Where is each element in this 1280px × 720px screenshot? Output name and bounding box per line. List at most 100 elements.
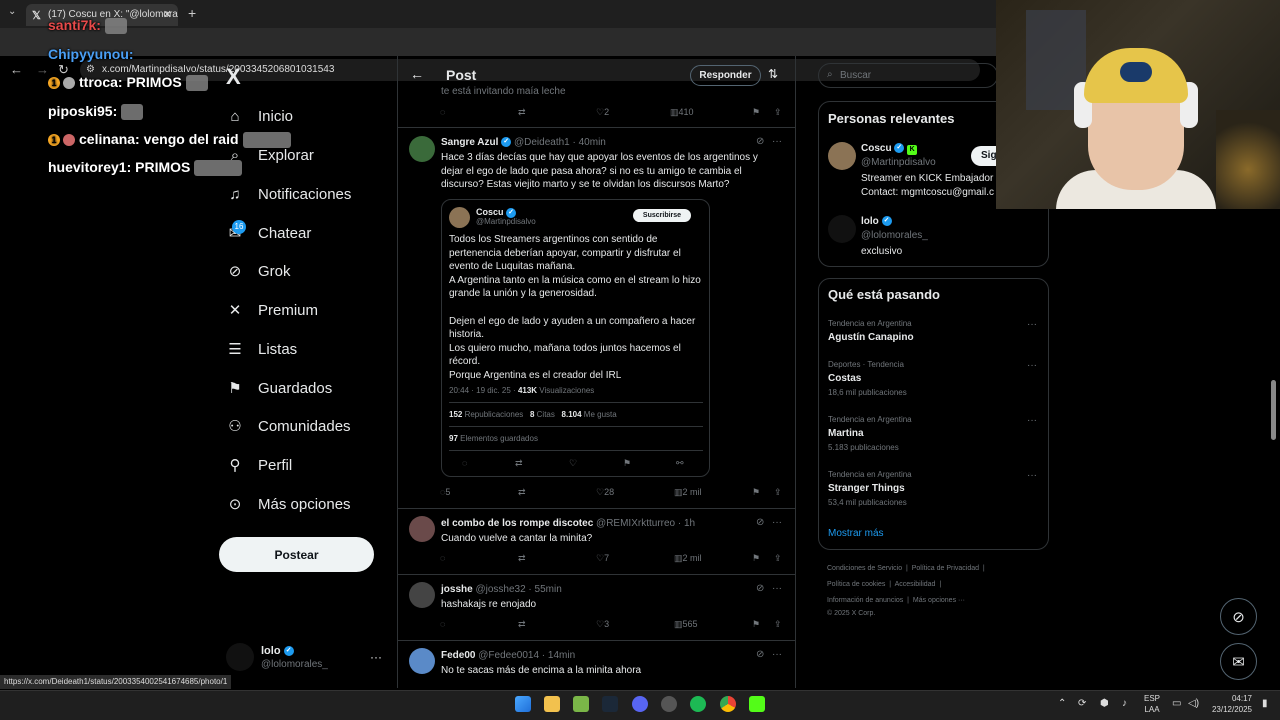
avatar[interactable] — [409, 516, 435, 542]
share-icon[interactable]: ⇪ — [774, 619, 782, 630]
avatar[interactable] — [449, 207, 470, 228]
post-button[interactable]: Postear — [219, 537, 374, 572]
grok-fab-icon[interactable]: ⊘ — [1220, 598, 1257, 635]
share-icon[interactable]: ⇪ — [774, 107, 782, 118]
scrollbar[interactable] — [1271, 380, 1276, 440]
retweet-icon[interactable]: ⇄ — [518, 487, 526, 498]
kick-icon[interactable] — [749, 696, 765, 712]
tweet-author[interactable]: Fede00 @Fedee0014 · 14min — [441, 650, 575, 661]
share-icon[interactable]: ⇪ — [774, 553, 782, 564]
more-dots-icon[interactable]: ··· — [772, 583, 782, 594]
mic-icon[interactable]: ♪ — [1122, 698, 1127, 709]
reposts-count[interactable]: 152 — [449, 410, 462, 419]
grok-icon[interactable]: ⊘ — [756, 583, 764, 594]
show-more-link[interactable]: Mostrar más — [828, 528, 884, 539]
account-name[interactable]: lolo ✓ — [261, 645, 294, 657]
avatar[interactable] — [409, 136, 435, 162]
avatar[interactable] — [409, 582, 435, 608]
close-tab-icon[interactable]: ✕ — [163, 8, 172, 21]
retweet-icon[interactable]: ⇄ — [518, 553, 526, 564]
steam-icon[interactable] — [602, 696, 618, 712]
tab-search-icon[interactable]: ⌄ — [8, 6, 16, 17]
grok-icon[interactable]: ⊘ — [756, 136, 764, 147]
share-icon[interactable]: ⇪ — [774, 487, 782, 498]
obs-icon[interactable] — [661, 696, 677, 712]
filter-icon[interactable]: ⇅ — [768, 67, 778, 81]
nav-profile[interactable]: ⚲ Perfil — [226, 450, 293, 480]
search-input[interactable]: ⌕ Buscar — [818, 63, 998, 88]
clock[interactable]: 04:17 23/12/2025 — [1210, 693, 1252, 715]
nav-bookmarks[interactable]: ⚑ Guardados — [226, 373, 332, 403]
nav-more-options[interactable]: ⊙ Más opciones — [226, 489, 351, 519]
footer-link[interactable]: Política de cookies — [827, 581, 885, 588]
more-dots-icon[interactable]: ··· — [1027, 415, 1037, 426]
trend-name[interactable]: Martina — [828, 428, 864, 439]
display-icon[interactable]: ▭ — [1172, 698, 1181, 709]
nav-home[interactable]: ⌂ Inicio — [226, 101, 293, 131]
windows-start-icon[interactable] — [515, 696, 531, 712]
reply-button[interactable]: Responder — [690, 65, 761, 86]
nav-lists[interactable]: ☰ Listas — [226, 334, 297, 364]
avatar[interactable] — [226, 643, 254, 671]
more-dots-icon[interactable]: ··· — [772, 136, 782, 147]
network-shield-icon[interactable]: ⬢ — [1100, 698, 1109, 709]
nav-premium[interactable]: ✕ Premium — [226, 295, 318, 325]
back-icon[interactable]: ← — [10, 62, 23, 77]
quoted-tweet[interactable]: Coscu ✓ @Martinpdisalvo Suscribirse Todo… — [441, 199, 710, 477]
tweet-author[interactable]: Sangre Azul ✓ @Deideath1 · 40min — [441, 137, 606, 148]
bookmark-icon[interactable]: ⚑ — [752, 107, 760, 118]
footer-link[interactable]: Condiciones de Servicio — [827, 565, 902, 572]
bookmark-icon[interactable]: ⚑ — [752, 487, 760, 498]
trend-name[interactable]: Agustín Canapino — [828, 332, 914, 343]
likes-count[interactable]: 8.104 — [562, 410, 582, 419]
like-button[interactable]: ♡ 28 — [596, 487, 614, 498]
avatar[interactable] — [828, 142, 856, 170]
footer-link[interactable]: Información de anuncios — [827, 597, 903, 604]
person-name[interactable]: Coscu ✓ K — [861, 143, 918, 155]
likes-label[interactable]: Me gusta — [582, 410, 617, 419]
retweet-icon[interactable]: ⇄ — [515, 458, 523, 469]
like-button[interactable]: ♡ 2 — [596, 107, 609, 118]
volume-icon[interactable]: ◁) — [1188, 698, 1199, 709]
reply-icon[interactable]: ◌ — [462, 458, 467, 468]
app-icon[interactable] — [573, 696, 589, 712]
notification-icon[interactable]: ▮ — [1262, 698, 1268, 709]
views-button[interactable]: ▥ 565 — [674, 619, 698, 630]
more-dots-icon[interactable]: ··· — [772, 649, 782, 660]
person-name[interactable]: lolo ✓ — [861, 216, 892, 227]
chrome-icon[interactable] — [720, 696, 736, 712]
more-dots-icon[interactable]: ··· — [1027, 470, 1037, 481]
more-dots-icon[interactable]: ··· — [1027, 319, 1037, 330]
tweet-author[interactable]: josshe @josshe32 · 55min — [441, 584, 562, 595]
bookmark-icon[interactable]: ⚑ — [752, 553, 760, 564]
more-dots-icon[interactable]: ··· — [772, 517, 782, 528]
sync-icon[interactable]: ⟳ — [1078, 698, 1086, 709]
trend-name[interactable]: Stranger Things — [828, 483, 905, 494]
more-dots-icon[interactable]: ··· — [1027, 360, 1037, 371]
new-tab-button[interactable]: + — [188, 5, 196, 21]
tweet-author[interactable]: el combo de los rompe discotec @REMIXrkt… — [441, 518, 695, 529]
reply-icon[interactable]: ◌ — [440, 107, 445, 117]
retweet-icon[interactable]: ⇄ — [518, 619, 526, 630]
grok-icon[interactable]: ⊘ — [756, 517, 764, 528]
spotify-icon[interactable] — [690, 696, 706, 712]
reply-button[interactable]: ◌ 5 — [440, 487, 450, 497]
x-logo-icon[interactable]: X — [226, 64, 241, 90]
reposts-label[interactable]: Republicaciones — [462, 410, 524, 419]
retweet-icon[interactable]: ⇄ — [518, 107, 526, 118]
more-dots-icon[interactable]: ··· — [370, 650, 382, 664]
file-explorer-icon[interactable] — [544, 696, 560, 712]
nav-communities[interactable]: ⚇ Comunidades — [226, 411, 350, 441]
trend-name[interactable]: Costas — [828, 373, 861, 384]
footer-link[interactable]: Accesibilidad — [895, 581, 936, 588]
language-indicator[interactable]: ESP LAA — [1144, 693, 1160, 715]
avatar[interactable] — [828, 215, 856, 243]
like-icon[interactable]: ♡ — [569, 458, 577, 469]
footer-link[interactable]: Más opciones ··· — [913, 597, 965, 604]
chevron-up-icon[interactable]: ⌃ — [1058, 698, 1066, 709]
bookmark-icon[interactable]: ⚑ — [623, 458, 631, 469]
bookmark-icon[interactable]: ⚑ — [752, 619, 760, 630]
grok-icon[interactable]: ⊘ — [756, 649, 764, 660]
back-arrow-icon[interactable]: ← — [410, 66, 424, 82]
views-button[interactable]: ▥ 2 mil — [674, 487, 702, 498]
